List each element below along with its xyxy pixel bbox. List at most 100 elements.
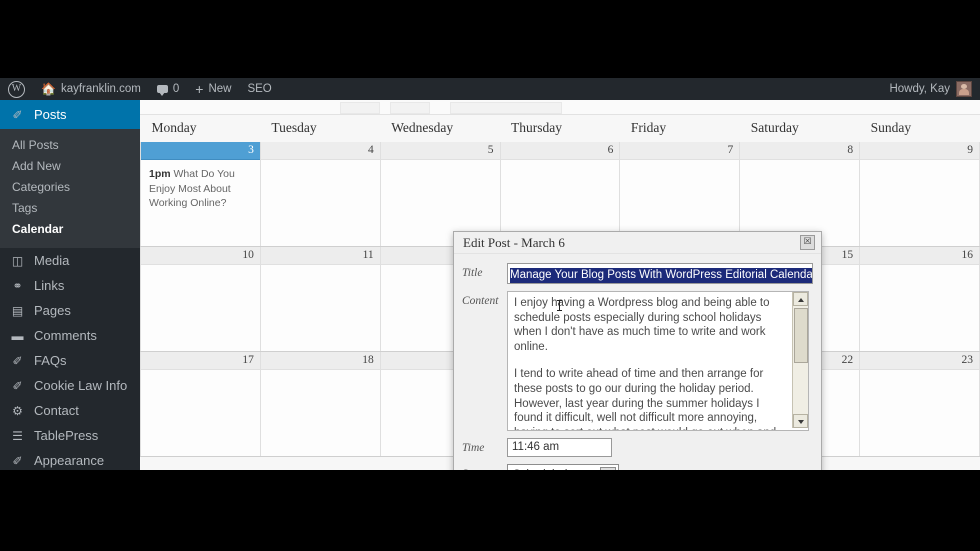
- sidebar-item-label: Appearance: [34, 453, 105, 468]
- edit-post-dialog: Edit Post - March 6 ☒ Title Manage Your …: [453, 231, 822, 470]
- admin-sidebar: ✐ Posts All Posts Add New Categories Tag…: [0, 100, 148, 470]
- calendar-header-row: Monday Tuesday Wednesday Thursday Friday…: [140, 115, 980, 142]
- seo-label: SEO: [247, 83, 272, 95]
- dialog-title-bar[interactable]: Edit Post - March 6 ☒: [454, 232, 821, 254]
- post-time: 1pm: [149, 168, 171, 180]
- chevron-down-icon[interactable]: [600, 467, 616, 470]
- site-name-button[interactable]: 🏠 kayfranklin.com: [33, 78, 149, 100]
- status-field-row: Status Scheduled: [462, 464, 813, 470]
- calendar-day-cell[interactable]: 16: [859, 246, 980, 352]
- submenu-item-tags[interactable]: Tags: [0, 198, 140, 219]
- calendar-day-cell[interactable]: 17: [140, 351, 261, 457]
- gear-icon: ⚙: [12, 403, 23, 418]
- weekday-header-friday: Friday: [619, 115, 740, 142]
- day-number: 11: [260, 247, 380, 265]
- sidebar-item-label: FAQs: [34, 353, 67, 368]
- calendar-day-cell[interactable]: 4: [259, 142, 381, 247]
- sidebar-item-pages[interactable]: ▤ Pages: [0, 298, 140, 323]
- title-input[interactable]: Manage Your Blog Posts With WordPress Ed…: [507, 263, 813, 284]
- weekday-header-tuesday: Tuesday: [260, 115, 381, 142]
- table-icon: ☰: [12, 428, 23, 443]
- content-field-row: Content I enjoy having a Wordpress blog …: [462, 291, 813, 431]
- close-icon[interactable]: ☒: [800, 235, 815, 250]
- content-textarea[interactable]: I enjoy having a Wordpress blog and bein…: [507, 291, 809, 431]
- weekday-header-wednesday: Wednesday: [380, 115, 501, 142]
- weekday-header-thursday: Thursday: [500, 115, 620, 142]
- media-icon: ◫: [11, 253, 24, 268]
- text-cursor-icon: [557, 300, 562, 311]
- time-input[interactable]: 11:46 am: [507, 438, 612, 457]
- day-number: 23: [860, 352, 979, 370]
- sidebar-item-appearance[interactable]: ✐ Appearance: [0, 448, 140, 470]
- time-field-label: Time: [462, 442, 485, 454]
- scrollbar-thumb[interactable]: [794, 308, 808, 363]
- wordpress-admin-app: W 🏠 kayfranklin.com 0 + New SEO Howdy, K…: [0, 78, 980, 470]
- status-field-label: Status: [462, 464, 507, 470]
- sidebar-item-faqs[interactable]: ✐ FAQs: [0, 348, 140, 373]
- calendar-day-cell[interactable]: 23: [859, 351, 980, 457]
- time-field-row: Time 11:46 am: [462, 438, 813, 457]
- sidebar-item-posts[interactable]: ✐ Posts: [0, 100, 148, 129]
- dialog-title: Edit Post - March 6: [463, 234, 565, 250]
- calendar-day-cell[interactable]: 10: [140, 246, 261, 352]
- sidebar-item-links[interactable]: ⚭ Links: [0, 273, 140, 298]
- day-number: 16: [860, 247, 979, 265]
- title-field-label: Title: [462, 267, 483, 279]
- dialog-body: Title Manage Your Blog Posts With WordPr…: [454, 254, 821, 470]
- sidebar-item-contact[interactable]: ⚙ Contact: [0, 398, 140, 423]
- scroll-down-arrow-icon[interactable]: [793, 414, 808, 428]
- comments-button[interactable]: 0: [149, 78, 187, 100]
- calendar-day-cell[interactable]: 3 1pm What Do You Enjoy Most About Worki…: [140, 142, 261, 247]
- link-icon: ⚭: [12, 278, 23, 293]
- submenu-label: Calendar: [12, 222, 64, 236]
- calendar-day-cell[interactable]: 18: [259, 351, 381, 457]
- comment-bubble-icon: ▬: [11, 328, 24, 343]
- submenu-item-add-new[interactable]: Add New: [0, 156, 140, 177]
- day-number: 9: [860, 142, 979, 160]
- sidebar-item-label: Contact: [34, 403, 79, 418]
- calendar-post-entry[interactable]: 1pm What Do You Enjoy Most About Working…: [141, 160, 260, 211]
- status-select[interactable]: Scheduled: [507, 464, 619, 470]
- account-menu[interactable]: Howdy, Kay: [889, 81, 980, 97]
- day-number: 6: [500, 142, 620, 160]
- new-content-button[interactable]: + New: [187, 78, 239, 100]
- day-number: 5: [380, 142, 500, 160]
- pin-icon: ✐: [12, 353, 23, 368]
- sidebar-item-label: Comments: [34, 328, 97, 343]
- content-paragraph: I tend to write ahead of time and then a…: [514, 368, 776, 430]
- sidebar-item-tablepress[interactable]: ☰ TablePress: [0, 423, 140, 448]
- partial-cell: [390, 102, 430, 114]
- partial-cell: [450, 102, 562, 114]
- day-number: 8: [740, 142, 860, 160]
- calendar-day-cell[interactable]: 11: [259, 246, 381, 352]
- seo-menu-button[interactable]: SEO: [239, 78, 279, 100]
- sidebar-item-label: Cookie Law Info: [34, 378, 128, 393]
- day-number: 7: [620, 142, 740, 160]
- day-number: 17: [141, 352, 260, 370]
- admin-bar: W 🏠 kayfranklin.com 0 + New SEO Howdy, K…: [0, 78, 980, 100]
- sidebar-item-comments[interactable]: ▬ Comments: [0, 323, 140, 348]
- pin-icon: ✐: [12, 378, 23, 393]
- sidebar-item-label: Media: [34, 253, 70, 268]
- day-number: 3: [141, 142, 260, 160]
- submenu-label: All Posts: [12, 138, 59, 152]
- pages-icon: ▤: [11, 303, 24, 318]
- content-field-label: Content: [462, 295, 499, 307]
- site-name-label: kayfranklin.com: [60, 83, 141, 95]
- content-scrollbar[interactable]: [792, 292, 808, 428]
- comments-count: 0: [172, 83, 180, 95]
- wp-logo-button[interactable]: W: [0, 78, 33, 100]
- brush-icon: ✐: [12, 453, 23, 468]
- submenu-item-categories[interactable]: Categories: [0, 177, 140, 198]
- scroll-up-arrow-icon[interactable]: [793, 292, 808, 306]
- content-paragraph: I enjoy having a Wordpress blog and bein…: [514, 297, 770, 353]
- sidebar-item-media[interactable]: ◫ Media: [0, 248, 140, 273]
- calendar-day-cell[interactable]: 9: [859, 142, 980, 247]
- submenu-item-all-posts[interactable]: All Posts: [0, 135, 140, 156]
- new-label: New: [208, 83, 232, 95]
- sidebar-item-cookie-law-info[interactable]: ✐ Cookie Law Info: [0, 373, 140, 398]
- sidebar-item-posts-label: Posts: [34, 107, 67, 122]
- content-textarea-text: I enjoy having a Wordpress blog and bein…: [508, 292, 808, 430]
- wordpress-logo-icon: W: [8, 80, 25, 98]
- submenu-item-calendar[interactable]: Calendar: [0, 219, 140, 240]
